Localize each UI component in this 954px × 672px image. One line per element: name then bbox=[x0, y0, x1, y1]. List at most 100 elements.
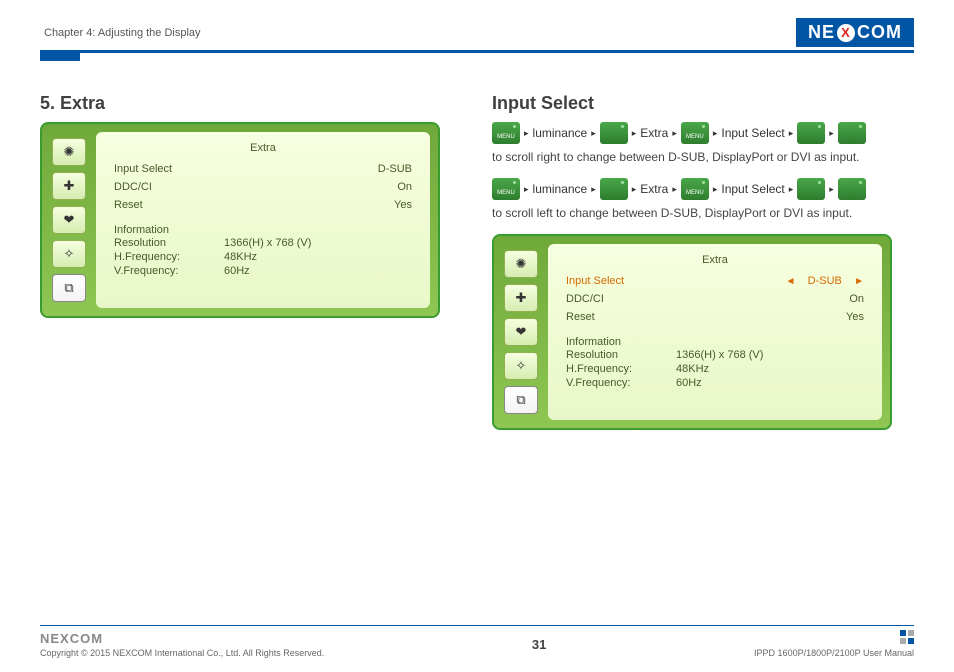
chevron-right-icon: ▸ bbox=[672, 184, 677, 195]
footer-logo: NEXCOM bbox=[40, 631, 324, 646]
chevron-right-icon: ▸ bbox=[713, 128, 718, 139]
osd-info-key: H.Frequency: bbox=[566, 363, 656, 375]
osd-panel-input-select: ✺ ✚ ❤ ✧ ⧉ Extra Input Select ◄ D-SUB bbox=[492, 234, 892, 430]
right-button-icon[interactable]: . bbox=[600, 178, 628, 200]
menu-button-icon[interactable]: MENU bbox=[492, 122, 520, 144]
osd-row-label: Reset bbox=[114, 199, 143, 211]
osd-row-value: Yes bbox=[846, 311, 864, 323]
footer-dot-icon bbox=[908, 638, 914, 644]
page-footer: NEXCOM Copyright © 2015 NEXCOM Internati… bbox=[40, 625, 914, 658]
osd-icon-osd-setup[interactable]: ✧ bbox=[52, 240, 86, 268]
osd-info-key: Resolution bbox=[114, 237, 204, 249]
nexcom-logo: NE X COM bbox=[796, 18, 914, 47]
logo-part-a: NE bbox=[808, 22, 835, 43]
osd-row-label: DDC/CI bbox=[114, 181, 152, 193]
osd-icon-image-setup[interactable]: ✚ bbox=[52, 172, 86, 200]
osd-row-ddcci[interactable]: DDC/CI On bbox=[114, 178, 412, 196]
chevron-right-icon: ▸ bbox=[524, 128, 529, 139]
chevron-right-icon: ▸ bbox=[632, 128, 637, 139]
right-button-icon[interactable]: . bbox=[797, 122, 825, 144]
footer-copyright: Copyright © 2015 NEXCOM International Co… bbox=[40, 648, 324, 658]
osd-icon-luminance[interactable]: ✺ bbox=[504, 250, 538, 278]
osd-row-reset[interactable]: Reset Yes bbox=[566, 308, 864, 326]
right-button-icon[interactable]: . bbox=[600, 122, 628, 144]
chevron-right-icon: ▸ bbox=[591, 184, 596, 195]
osd-info-label: Information bbox=[566, 336, 864, 348]
osd-icon-color-temp[interactable]: ❤ bbox=[52, 206, 86, 234]
osd-row-label: DDC/CI bbox=[566, 293, 604, 305]
osd-info-value: 1366(H) x 768 (V) bbox=[676, 349, 763, 361]
footer-dot-icon bbox=[900, 630, 906, 636]
desc-scroll-right: to scroll right to change between D-SUB,… bbox=[492, 150, 914, 164]
menu-button-icon[interactable]: MENU bbox=[492, 178, 520, 200]
crumb-luminance: luminance bbox=[533, 182, 588, 196]
logo-part-x: X bbox=[837, 24, 855, 42]
osd-body: Extra Input Select ◄ D-SUB ► DDC/CI bbox=[548, 244, 882, 420]
osd-info-value: 60Hz bbox=[676, 377, 702, 389]
menu-button-icon[interactable]: MENU bbox=[681, 122, 709, 144]
osd-info-value: 1366(H) x 768 (V) bbox=[224, 237, 311, 249]
osd-row-ddcci[interactable]: DDC/CI On bbox=[566, 290, 864, 308]
section-title-input-select: Input Select bbox=[492, 93, 914, 114]
main-content: 5. Extra ✺ ✚ ❤ ✧ ⧉ Extra Input Select D-… bbox=[40, 93, 914, 430]
osd-info-label: Information bbox=[114, 224, 412, 236]
footer-left: NEXCOM Copyright © 2015 NEXCOM Internati… bbox=[40, 631, 324, 658]
osd-row-reset[interactable]: Reset Yes bbox=[114, 196, 412, 214]
osd-row-label: Input Select bbox=[566, 275, 624, 287]
osd-icon-color-temp[interactable]: ❤ bbox=[504, 318, 538, 346]
osd-info-key: V.Frequency: bbox=[566, 377, 656, 389]
arrow-right-icon[interactable]: ► bbox=[854, 276, 864, 287]
osd-icon-osd-setup[interactable]: ✧ bbox=[504, 352, 538, 380]
crumb-extra: Extra bbox=[640, 126, 668, 140]
osd-info-block: Information Resolution1366(H) x 768 (V) … bbox=[566, 336, 864, 390]
footer-manual: IPPD 1600P/1800P/2100P User Manual bbox=[754, 648, 914, 658]
left-button-icon[interactable]: . bbox=[838, 178, 866, 200]
footer-right: IPPD 1600P/1800P/2100P User Manual bbox=[754, 630, 914, 658]
osd-row-value: D-SUB bbox=[808, 275, 842, 287]
chevron-right-icon: ▸ bbox=[829, 184, 834, 195]
osd-info-key: V.Frequency: bbox=[114, 265, 204, 277]
chevron-right-icon: ▸ bbox=[829, 128, 834, 139]
desc-scroll-left: to scroll left to change between D-SUB, … bbox=[492, 206, 914, 220]
osd-row-input-select[interactable]: Input Select D-SUB bbox=[114, 160, 412, 178]
crumb-input-select: Input Select bbox=[721, 126, 784, 140]
page-header: Chapter 4: Adjusting the Display NE X CO… bbox=[40, 18, 914, 53]
osd-icon-image-setup[interactable]: ✚ bbox=[504, 284, 538, 312]
chevron-right-icon: ▸ bbox=[713, 184, 718, 195]
section-title-extra: 5. Extra bbox=[40, 93, 462, 114]
chevron-right-icon: ▸ bbox=[591, 128, 596, 139]
crumb-luminance: luminance bbox=[533, 126, 588, 140]
left-column: 5. Extra ✺ ✚ ❤ ✧ ⧉ Extra Input Select D-… bbox=[40, 93, 462, 430]
osd-row-label: Reset bbox=[566, 311, 595, 323]
osd-icon-strip: ✺ ✚ ❤ ✧ ⧉ bbox=[50, 132, 88, 308]
osd-info-key: H.Frequency: bbox=[114, 251, 204, 263]
header-accent bbox=[40, 53, 80, 61]
chapter-label: Chapter 4: Adjusting the Display bbox=[40, 27, 201, 39]
chevron-right-icon: ▸ bbox=[524, 184, 529, 195]
chevron-right-icon: ▸ bbox=[672, 128, 677, 139]
chevron-right-icon: ▸ bbox=[789, 184, 794, 195]
right-column: Input Select MENU ▸ luminance ▸ . ▸ Extr… bbox=[492, 93, 914, 430]
left-button-icon[interactable]: . bbox=[797, 178, 825, 200]
osd-row-value: On bbox=[397, 181, 412, 193]
footer-dot-icon bbox=[900, 638, 906, 644]
osd-row-value: On bbox=[849, 293, 864, 305]
chevron-right-icon: ▸ bbox=[789, 128, 794, 139]
osd-icon-strip: ✺ ✚ ❤ ✧ ⧉ bbox=[502, 244, 540, 420]
osd-row-value: D-SUB bbox=[378, 163, 412, 175]
footer-dot-icon bbox=[908, 630, 914, 636]
osd-info-value: 48KHz bbox=[676, 363, 709, 375]
osd-row-input-select-active[interactable]: Input Select ◄ D-SUB ► bbox=[566, 272, 864, 290]
menu-button-icon[interactable]: MENU bbox=[681, 178, 709, 200]
osd-icon-extra[interactable]: ⧉ bbox=[504, 386, 538, 414]
right-button-icon[interactable]: . bbox=[838, 122, 866, 144]
arrow-left-icon[interactable]: ◄ bbox=[785, 276, 795, 287]
chevron-right-icon: ▸ bbox=[632, 184, 637, 195]
osd-title: Extra bbox=[566, 254, 864, 266]
osd-icon-extra[interactable]: ⧉ bbox=[52, 274, 86, 302]
crumb-input-select: Input Select bbox=[721, 182, 784, 196]
osd-icon-luminance[interactable]: ✺ bbox=[52, 138, 86, 166]
osd-row-label: Input Select bbox=[114, 163, 172, 175]
osd-row-value: Yes bbox=[394, 199, 412, 211]
osd-body: Extra Input Select D-SUB DDC/CI On Reset… bbox=[96, 132, 430, 308]
